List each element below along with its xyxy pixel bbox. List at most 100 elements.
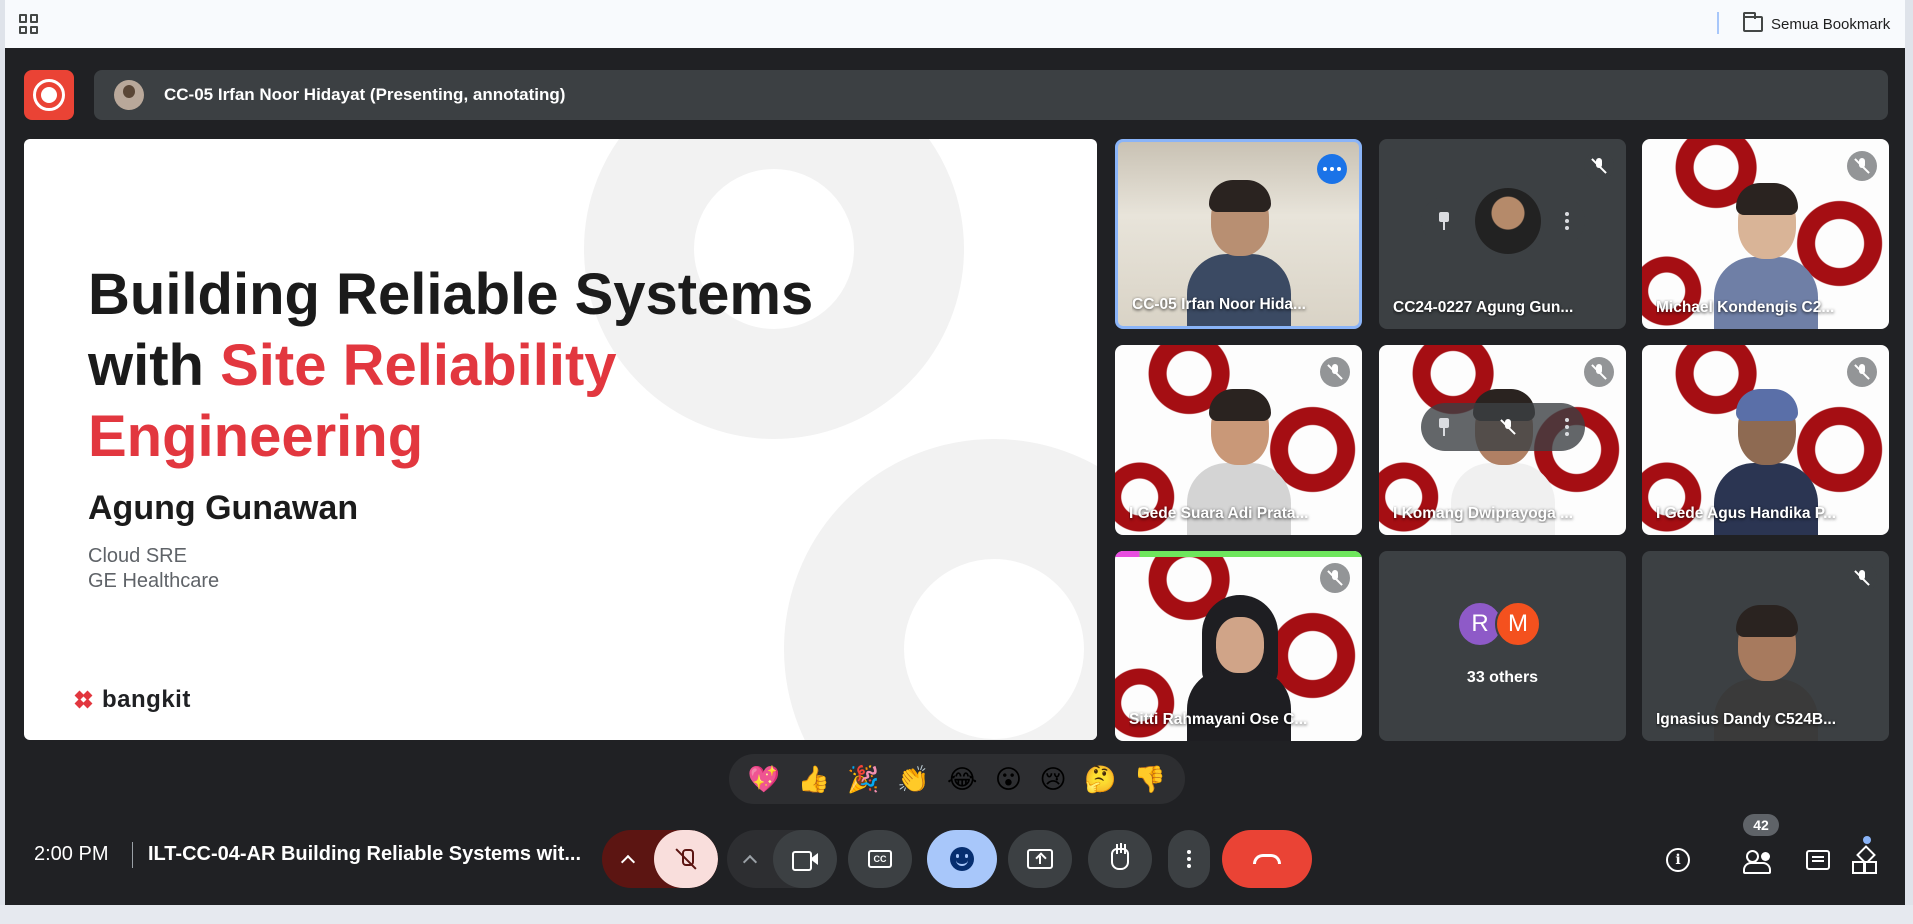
tile-hover-controls bbox=[1421, 403, 1585, 451]
participant-tile[interactable]: I Komang Dwiprayoga ... bbox=[1379, 345, 1626, 535]
chat-icon bbox=[1806, 850, 1830, 870]
participant-tile[interactable]: Michael Kondengis C2... bbox=[1642, 139, 1889, 329]
reaction-laugh[interactable]: 😂 bbox=[947, 766, 977, 792]
reaction-party[interactable]: 🎉 bbox=[847, 766, 879, 792]
tile-hover-controls bbox=[1421, 188, 1585, 254]
others-tile[interactable]: R M 33 others bbox=[1379, 551, 1626, 741]
bangkit-logo-icon bbox=[74, 690, 96, 710]
info-icon: i bbox=[1666, 848, 1690, 872]
bookmark-separator bbox=[1717, 12, 1719, 34]
video-options-button[interactable] bbox=[727, 830, 773, 888]
mic-off-icon bbox=[1500, 419, 1516, 435]
mic-off-icon bbox=[1320, 357, 1350, 387]
chevron-up-icon bbox=[742, 854, 758, 869]
recording-button[interactable] bbox=[24, 70, 74, 120]
people-icon bbox=[1743, 850, 1773, 874]
slide-role-line: Cloud SRE bbox=[88, 545, 187, 567]
chat-button[interactable] bbox=[1802, 844, 1834, 876]
participant-name: CC-05 Irfan Noor Hida... bbox=[1132, 296, 1306, 313]
apps-grid-icon[interactable] bbox=[19, 14, 39, 34]
bangkit-logo: bangkit bbox=[74, 686, 191, 714]
slide-title: Building Reliable Systems with Site Reli… bbox=[88, 259, 813, 472]
people-button[interactable] bbox=[1742, 844, 1774, 876]
participant-tile[interactable]: CC24-0227 Agung Gun... bbox=[1379, 139, 1626, 329]
all-bookmarks-button[interactable]: Semua Bookmark bbox=[1743, 12, 1890, 36]
send-reaction-button[interactable] bbox=[927, 830, 997, 888]
participant-count-badge: 42 bbox=[1743, 814, 1779, 836]
reaction-thumbs-up[interactable]: 👍 bbox=[798, 766, 830, 792]
mic-off-icon bbox=[676, 848, 696, 870]
mic-off-icon bbox=[1584, 357, 1614, 387]
more-options-icon[interactable] bbox=[1317, 154, 1347, 184]
mic-off-icon bbox=[1320, 563, 1350, 593]
activities-icon bbox=[1852, 848, 1876, 874]
mic-off-icon bbox=[1847, 151, 1877, 181]
more-vert-icon[interactable] bbox=[1565, 212, 1569, 230]
notification-dot bbox=[1863, 836, 1871, 844]
participant-tile[interactable]: I Gede Suara Adi Prata... bbox=[1115, 345, 1362, 535]
underlying-app-status-bar bbox=[0, 905, 1913, 924]
captions-button[interactable]: CC bbox=[848, 830, 912, 888]
mic-off-icon bbox=[1584, 151, 1614, 181]
slide-title-line: with Site Reliability bbox=[88, 330, 813, 401]
presenter-avatar bbox=[114, 80, 144, 110]
chevron-up-icon bbox=[620, 854, 636, 869]
presenter-bar[interactable]: CC-05 Irfan Noor Hidayat (Presenting, an… bbox=[94, 70, 1888, 120]
participant-tile[interactable]: CC-05 Irfan Noor Hida... bbox=[1115, 139, 1362, 329]
reaction-sad[interactable]: 😢 bbox=[1039, 766, 1066, 792]
meeting-name: ILT-CC-04-AR Building Reliable Systems w… bbox=[148, 843, 582, 865]
reaction-thumbs-down[interactable]: 👎 bbox=[1134, 766, 1166, 792]
presentation-slide: Building Reliable Systems with Site Reli… bbox=[24, 139, 1097, 740]
raise-hand-icon bbox=[1111, 844, 1129, 870]
pin-icon[interactable] bbox=[1437, 418, 1451, 436]
slide-title-line: Building Reliable Systems bbox=[88, 262, 814, 327]
mic-toggle-button[interactable] bbox=[654, 830, 718, 888]
avatar: M bbox=[1495, 601, 1541, 647]
participant-tile[interactable]: Ignasius Dandy C524B... bbox=[1642, 551, 1889, 741]
emoji-icon bbox=[950, 847, 974, 871]
leave-call-button[interactable] bbox=[1222, 830, 1312, 888]
end-call-icon bbox=[1253, 854, 1281, 864]
activities-button[interactable] bbox=[1848, 844, 1880, 876]
captions-icon: CC bbox=[868, 850, 892, 868]
participant-tile[interactable]: I Gede Agus Handika P... bbox=[1642, 345, 1889, 535]
reaction-thinking[interactable]: 🤔 bbox=[1084, 766, 1116, 792]
audio-options-button[interactable] bbox=[602, 830, 654, 888]
meeting-details-button[interactable]: i bbox=[1662, 844, 1694, 876]
camera-toggle-button[interactable] bbox=[773, 830, 837, 888]
participant-avatar bbox=[1475, 188, 1541, 254]
participant-name: CC24-0227 Agung Gun... bbox=[1393, 299, 1574, 316]
camera-icon bbox=[792, 850, 818, 871]
pin-icon[interactable] bbox=[1437, 212, 1451, 230]
participant-tile[interactable]: Sitti Rahmayani Ose C... bbox=[1115, 551, 1362, 741]
participant-name: I Gede Suara Adi Prata... bbox=[1129, 505, 1309, 522]
present-screen-icon bbox=[1027, 849, 1053, 869]
more-vert-icon[interactable] bbox=[1565, 418, 1569, 436]
slide-decoration bbox=[784, 439, 1097, 740]
bookmark-bar: Semua Bookmark bbox=[5, 0, 1905, 48]
mic-off-icon bbox=[1847, 563, 1877, 593]
participant-name: Ignasius Dandy C524B... bbox=[1656, 711, 1837, 728]
participant-name: Michael Kondengis C2... bbox=[1656, 299, 1835, 316]
reaction-surprised[interactable]: 😮 bbox=[995, 766, 1022, 792]
reaction-clap[interactable]: 👏 bbox=[897, 766, 929, 792]
raise-hand-button[interactable] bbox=[1088, 830, 1152, 888]
clock: 2:00 PM bbox=[34, 843, 109, 865]
presenter-label: CC-05 Irfan Noor Hidayat (Presenting, an… bbox=[164, 85, 566, 104]
others-avatars: R M bbox=[1457, 601, 1541, 647]
reaction-heart[interactable]: 💖 bbox=[748, 766, 780, 792]
slide-company-line: GE Healthcare bbox=[88, 570, 220, 592]
meet-window: CC-05 Irfan Noor Hidayat (Presenting, an… bbox=[5, 48, 1905, 905]
more-vert-icon bbox=[1187, 850, 1191, 868]
more-options-button[interactable] bbox=[1168, 830, 1210, 888]
participant-name: I Komang Dwiprayoga ... bbox=[1393, 505, 1573, 522]
participant-name: Sitti Rahmayani Ose C... bbox=[1129, 711, 1308, 728]
microphone-control bbox=[602, 830, 718, 888]
mic-off-icon bbox=[1847, 357, 1877, 387]
reactions-bar: 💖 👍 🎉 👏 😂 😮 😢 🤔 👎 bbox=[729, 754, 1185, 804]
bangkit-logo-text: bangkit bbox=[102, 686, 191, 713]
slide-speaker-role: Cloud SRE GE Healthcare bbox=[88, 544, 219, 594]
camera-control bbox=[727, 830, 837, 888]
slide-title-accent: Site Reliability bbox=[220, 333, 617, 398]
present-now-button[interactable] bbox=[1008, 830, 1072, 888]
